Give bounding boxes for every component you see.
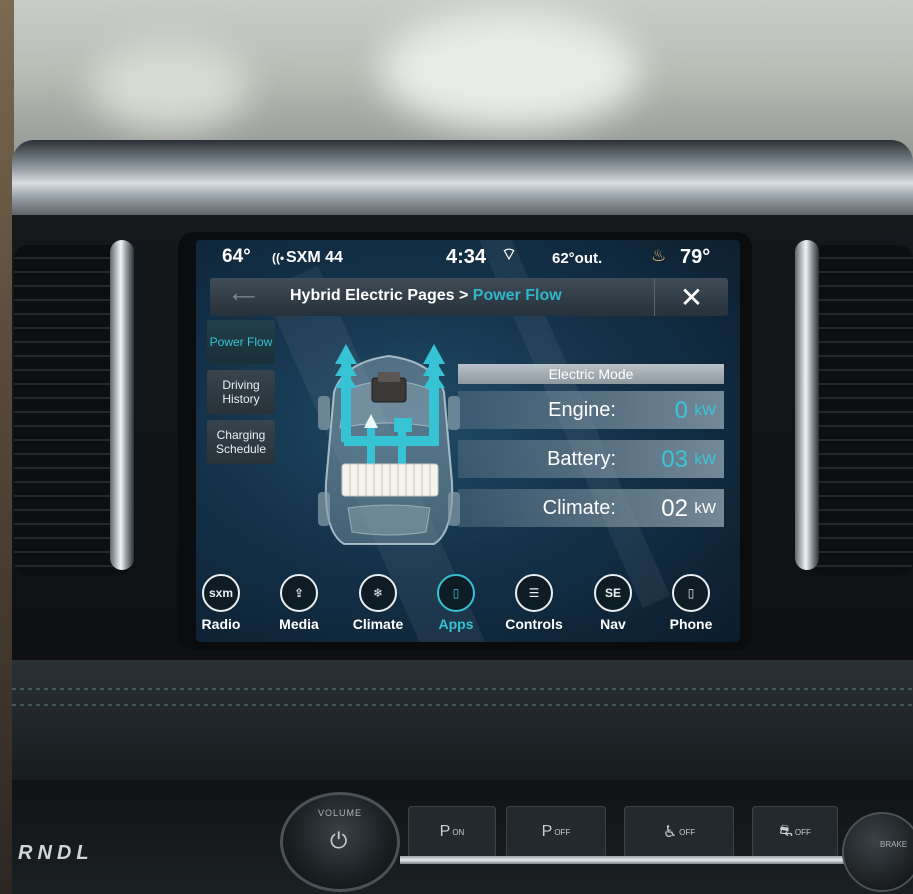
nav-label: Nav xyxy=(600,616,626,632)
breadcrumb-separator: > xyxy=(458,287,469,304)
wheel xyxy=(318,396,330,430)
infotainment-screen: 64° ((• SXM 44 4:34 ⌔ 62°out. ♨ 79° ⟵ Hy… xyxy=(196,240,740,642)
engine-readout: Engine: 0 kW xyxy=(458,391,724,429)
clock: 4:34 xyxy=(446,246,487,268)
seat-icon: ♿ xyxy=(662,824,678,841)
wheel xyxy=(318,492,330,526)
background-light xyxy=(90,40,250,130)
gear-shifter-labels: RNDL xyxy=(18,842,94,864)
console-chrome-trim xyxy=(400,856,900,864)
breadcrumb-current: Power Flow xyxy=(472,287,562,304)
power-icon: ⏻ xyxy=(330,828,348,853)
readout-label: Battery: xyxy=(547,448,616,470)
status-bar: 64° ((• SXM 44 4:34 ⌔ 62°out. ♨ 79° xyxy=(196,240,740,274)
passenger-temp[interactable]: 79° xyxy=(680,246,710,269)
battery-pack xyxy=(341,463,439,497)
tab-driving-history[interactable]: Driving History xyxy=(207,370,275,414)
drive-mode-banner: Electric Mode xyxy=(458,364,724,384)
park-assist-label: P xyxy=(439,823,451,840)
stitching-line xyxy=(12,704,913,706)
nav-apps[interactable]: ▯ Apps xyxy=(421,574,491,636)
traction-icon: ⛐ xyxy=(779,823,793,840)
tab-power-flow[interactable]: Power Flow xyxy=(207,320,275,364)
nav-label: Media xyxy=(279,616,319,632)
radio-station: SXM 44 xyxy=(286,249,343,266)
brake-knob[interactable] xyxy=(842,812,913,892)
nav-phone[interactable]: ▯ Phone xyxy=(656,574,726,636)
tab-label: Charging Schedule xyxy=(215,428,267,456)
stitching-line xyxy=(12,688,913,690)
close-button[interactable]: ✕ xyxy=(654,278,728,316)
controls-icon: ☰ xyxy=(515,574,553,612)
outside-temp: 62°out. xyxy=(552,250,603,267)
usb-icon: ⇪ xyxy=(280,574,318,612)
nav-label: Apps xyxy=(438,616,474,632)
nav-climate[interactable]: ❄ Climate xyxy=(343,574,413,636)
nav-label: Climate xyxy=(352,616,404,632)
chrome-trim-left xyxy=(110,240,134,570)
volume-label: VOLUME xyxy=(318,808,363,818)
radio-icon: sxm xyxy=(202,574,240,612)
back-button[interactable]: ⟵ xyxy=(210,278,278,316)
compass-icon: SE xyxy=(594,574,632,612)
apps-icon: ▯ xyxy=(437,574,475,612)
nav-media[interactable]: ⇪ Media xyxy=(264,574,334,636)
readout-unit: kW xyxy=(694,500,716,517)
driver-temp[interactable]: 64° xyxy=(222,246,251,268)
back-arrow-icon: ⟵ xyxy=(232,289,256,306)
nav-navigation[interactable]: SE Nav xyxy=(578,574,648,636)
air-vent-right xyxy=(812,245,913,575)
readout-value: 02 xyxy=(661,495,688,522)
drive-mode-label: Electric Mode xyxy=(548,366,634,382)
page-header: ⟵ Hybrid Electric Pages > Power Flow ✕ xyxy=(210,278,728,316)
tab-label: Power Flow xyxy=(209,335,273,349)
lower-dashboard xyxy=(12,660,913,790)
close-icon: ✕ xyxy=(679,281,704,313)
antenna-icon: ((• xyxy=(272,251,285,265)
readout-value: 0 xyxy=(674,397,688,424)
readout-value: 03 xyxy=(661,446,688,473)
climate-readout: Climate: 02 kW xyxy=(458,489,724,527)
seat-off-sub: OFF xyxy=(679,827,696,837)
park-sense-sub: OFF xyxy=(554,827,571,837)
heated-seat-icon[interactable]: ♨ xyxy=(651,246,666,266)
climate-icon: ❄ xyxy=(359,574,397,612)
battery-readout: Battery: 03 kW xyxy=(458,440,724,478)
traction-control-off-button[interactable]: ⛐ OFF xyxy=(752,806,838,858)
breadcrumb-root[interactable]: Hybrid Electric Pages xyxy=(290,287,455,304)
readout-label: Climate: xyxy=(542,497,616,519)
brake-label: BRAKE xyxy=(880,840,908,849)
background-light xyxy=(380,10,640,130)
readout-label: Engine: xyxy=(548,399,616,421)
chrome-trim-right xyxy=(795,240,819,570)
nav-label: Controls xyxy=(505,616,563,632)
nav-radio[interactable]: sxm Radio xyxy=(196,574,256,636)
engine-detail xyxy=(378,372,400,382)
vehicle-power-flow-diagram xyxy=(318,344,460,545)
tab-label: Driving History xyxy=(222,378,260,406)
wifi-icon: ⌔ xyxy=(501,245,517,264)
nav-controls[interactable]: ☰ Controls xyxy=(499,574,569,636)
park-assist-sub: ON xyxy=(452,827,465,837)
readout-unit: kW xyxy=(694,402,716,419)
park-sense-off-button[interactable]: P OFF xyxy=(506,806,606,858)
park-assist-button[interactable]: P ON xyxy=(408,806,496,858)
nav-label: Phone xyxy=(669,616,713,632)
breadcrumb: Hybrid Electric Pages > Power Flow xyxy=(290,287,562,305)
nav-label: Radio xyxy=(201,616,241,632)
tab-charging-schedule[interactable]: Charging Schedule xyxy=(207,420,275,464)
rear-trunk xyxy=(347,504,431,536)
readout-unit: kW xyxy=(694,451,716,468)
phone-icon: ▯ xyxy=(672,574,710,612)
stow-n-go-off-button[interactable]: ♿ OFF xyxy=(624,806,734,858)
traction-off-sub: OFF xyxy=(794,827,811,837)
park-sense-label: P xyxy=(541,823,553,840)
